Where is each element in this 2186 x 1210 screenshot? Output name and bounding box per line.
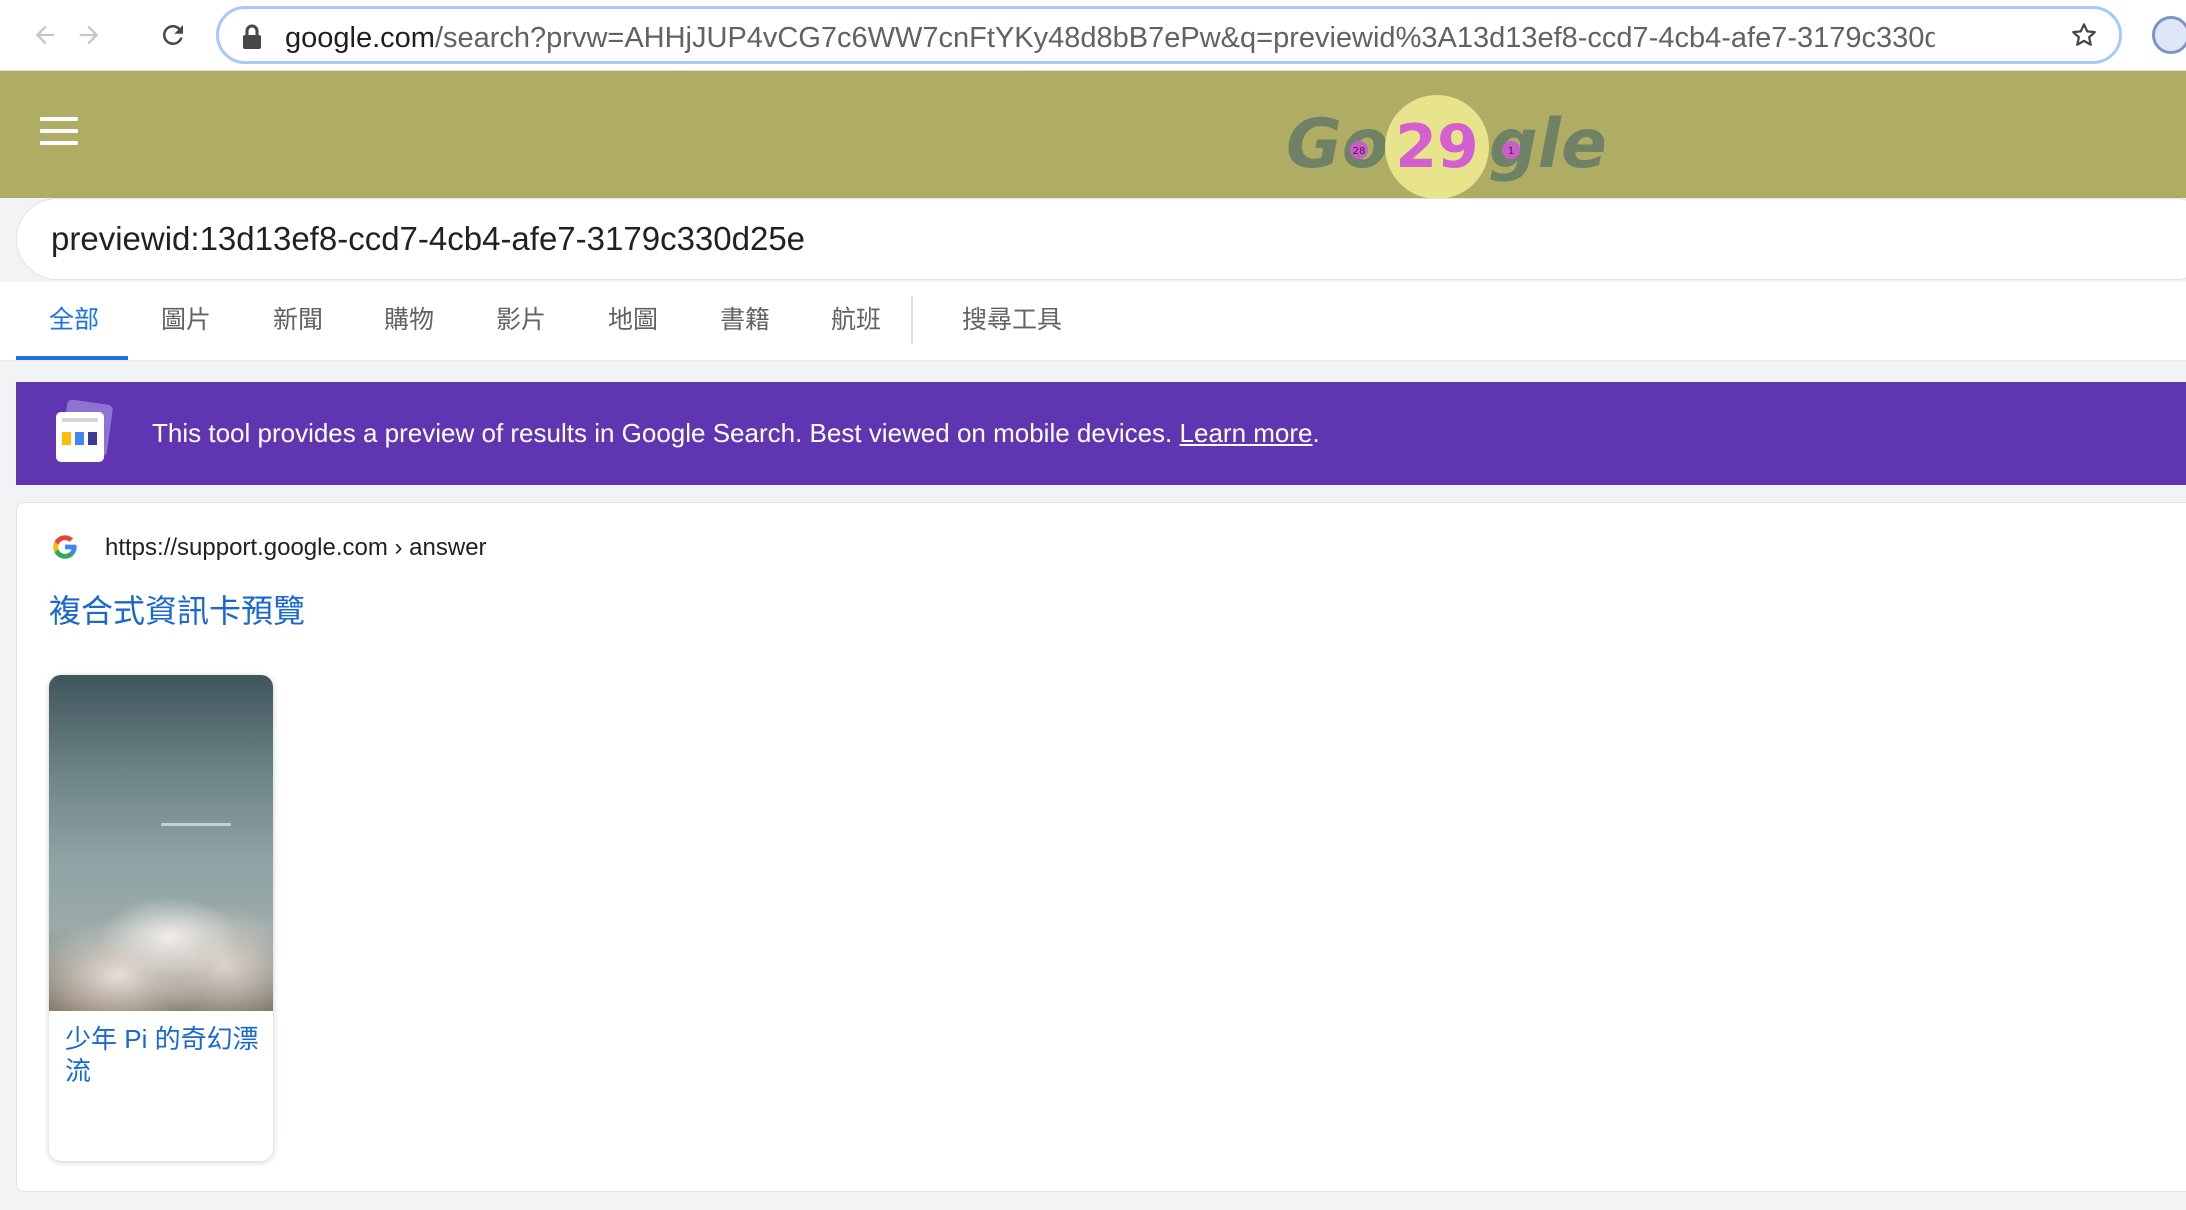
- url-text: google.com/search?prvw=AHHjJUP4vCG7c6WW7…: [285, 22, 1935, 54]
- address-bar[interactable]: google.com/search?prvw=AHHjJUP4vCG7c6WW7…: [216, 6, 2122, 64]
- tab-maps[interactable]: 地圖: [608, 304, 658, 336]
- google-g-icon: [53, 535, 77, 559]
- tab-divider: [911, 296, 913, 344]
- lock-icon: [241, 23, 263, 56]
- google-header: Go 28 29 gle 1: [0, 71, 2186, 201]
- card-caption-link[interactable]: 少年 Pi 的奇幻漂流: [65, 1023, 261, 1087]
- tab-videos[interactable]: 影片: [496, 304, 546, 336]
- learn-more-link[interactable]: Learn more: [1180, 418, 1313, 448]
- reload-icon: [162, 24, 183, 45]
- url-path: /search?prvw=AHHjJUP4vCG7c6WW7cnFtYKy48d…: [434, 22, 1935, 54]
- card-thumbnail-image: [49, 675, 273, 1011]
- doodle-text-left: Go: [1286, 105, 1389, 184]
- search-result: https://support.google.com › answer 複合式資…: [16, 502, 2186, 1192]
- extension-icon[interactable]: [2152, 16, 2186, 54]
- preview-tool-icon: [56, 400, 113, 462]
- doodle-badge-left: 28: [1353, 146, 1366, 157]
- browser-toolbar: google.com/search?prvw=AHHjJUP4vCG7c6WW7…: [0, 0, 2186, 71]
- active-tab-indicator: [16, 356, 128, 360]
- url-domain: google.com: [285, 22, 435, 54]
- banner-text: This tool provides a preview of results …: [152, 418, 1173, 448]
- tab-flights[interactable]: 航班: [831, 304, 881, 336]
- tab-news[interactable]: 新聞: [273, 304, 323, 336]
- tab-shopping[interactable]: 購物: [384, 304, 434, 336]
- tab-images[interactable]: 圖片: [161, 304, 211, 336]
- menu-icon[interactable]: [40, 117, 78, 153]
- search-input[interactable]: previewid:13d13ef8-ccd7-4cb4-afe7-3179c3…: [16, 198, 2186, 280]
- doodle-number: 29: [1395, 112, 1479, 182]
- banner-suffix: .: [1312, 418, 1320, 448]
- arrow-right-icon: [79, 25, 99, 45]
- google-doodle-logo[interactable]: Go 28 29 gle 1: [1284, 81, 1604, 201]
- reload-button[interactable]: [150, 12, 196, 58]
- bookmark-star-icon[interactable]: [2069, 20, 2099, 55]
- banner-message: This tool provides a preview of results …: [152, 416, 1320, 450]
- arrow-left-icon: [35, 25, 55, 45]
- result-title-link[interactable]: 複合式資訊卡預覽: [49, 591, 305, 631]
- rich-card[interactable]: 少年 Pi 的奇幻漂流: [49, 675, 273, 1161]
- result-url[interactable]: https://support.google.com › answer: [105, 533, 487, 563]
- search-tabs: 全部 圖片 新聞 購物 影片 地圖 書籍 航班 搜尋工具: [0, 282, 2186, 361]
- tab-all[interactable]: 全部: [49, 304, 99, 336]
- back-button[interactable]: [22, 12, 68, 58]
- preview-banner: This tool provides a preview of results …: [16, 382, 2186, 485]
- forward-button[interactable]: [66, 12, 112, 58]
- search-query: previewid:13d13ef8-ccd7-4cb4-afe7-3179c3…: [51, 220, 806, 257]
- doodle-badge-right: 1: [1508, 146, 1514, 157]
- tab-books[interactable]: 書籍: [720, 304, 770, 336]
- search-tools-button[interactable]: 搜尋工具: [962, 304, 1062, 336]
